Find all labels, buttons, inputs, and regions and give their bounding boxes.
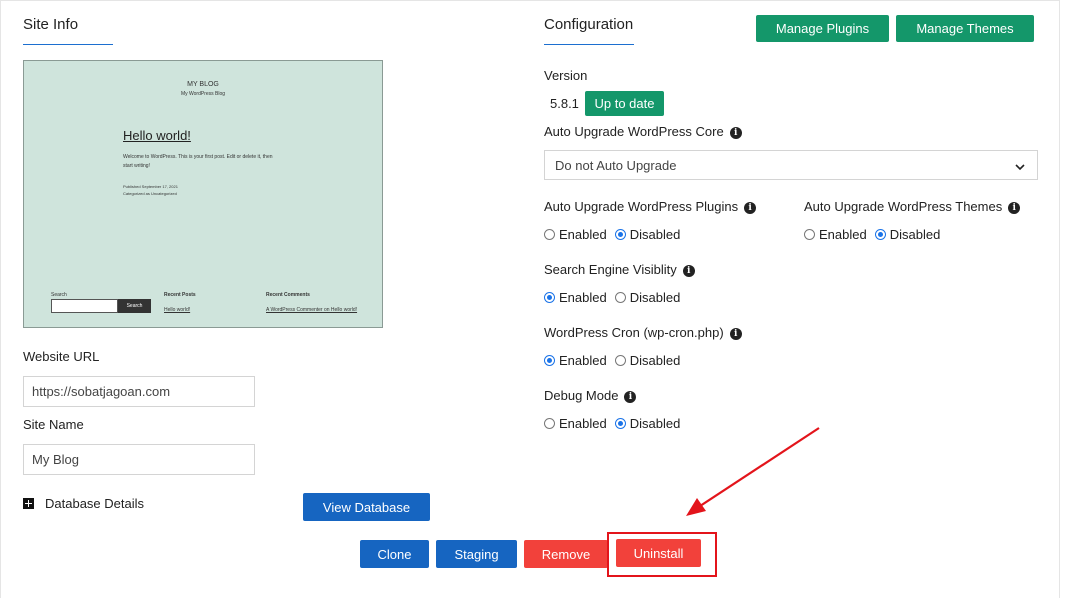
auto-upgrade-core-select[interactable]: Do not Auto Upgrade	[544, 150, 1038, 180]
preview-blog-title: MY BLOG	[187, 81, 219, 88]
plugins-enabled-label[interactable]: Enabled	[559, 227, 607, 242]
cron-disabled-label[interactable]: Disabled	[630, 353, 681, 368]
preview-post-body-1: Welcome to WordPress. This is your first…	[123, 154, 273, 160]
preview-recent-comments-title: Recent Comments	[266, 292, 310, 298]
debug-label: Debug Mode i	[544, 388, 637, 403]
auto-upgrade-plugins-text: Auto Upgrade WordPress Plugins	[544, 199, 739, 214]
search-disabled-radio[interactable]	[614, 292, 626, 303]
website-url-field[interactable]: https://sobatjagoan.com	[23, 376, 255, 407]
preview-post-meta-1: Published September 17, 2021	[123, 184, 178, 189]
cron-disabled-radio[interactable]	[614, 355, 626, 366]
version-status-badge: Up to date	[585, 91, 664, 116]
auto-upgrade-themes-label: Auto Upgrade WordPress Themes i	[804, 199, 1021, 214]
info-icon[interactable]: i	[729, 126, 742, 139]
preview-recent-posts-title: Recent Posts	[164, 292, 196, 298]
search-engine-label: Search Engine Visiblity i	[544, 262, 695, 277]
chevron-down-icon	[1015, 160, 1025, 175]
remove-button[interactable]: Remove	[524, 540, 608, 568]
annotation-highlight-box	[607, 532, 717, 577]
search-engine-text: Search Engine Visiblity	[544, 262, 677, 277]
clone-button[interactable]: Clone	[360, 540, 429, 568]
info-icon[interactable]: i	[624, 390, 637, 403]
search-enabled-radio[interactable]	[544, 292, 555, 303]
auto-upgrade-plugins-radios: Enabled Disabled	[544, 227, 680, 242]
version-value: 5.8.1	[550, 96, 579, 111]
auto-upgrade-themes-radios: Enabled Disabled	[804, 227, 940, 242]
info-icon[interactable]: i	[729, 327, 742, 340]
manage-plugins-button[interactable]: Manage Plugins	[756, 15, 889, 42]
debug-disabled-radio[interactable]	[614, 418, 626, 429]
staging-button[interactable]: Staging	[436, 540, 517, 568]
debug-enabled-radio[interactable]	[544, 418, 555, 429]
preview-blog-tagline: My WordPress Blog	[180, 91, 226, 97]
cron-enabled-label[interactable]: Enabled	[559, 353, 607, 368]
search-engine-radios: Enabled Disabled	[544, 290, 680, 305]
preview-post-meta-2: Categorized as Uncategorized	[123, 191, 177, 196]
view-database-button[interactable]: View Database	[303, 493, 430, 521]
search-enabled-label[interactable]: Enabled	[559, 290, 607, 305]
configuration-title: Configuration	[544, 16, 634, 33]
plugins-disabled-label[interactable]: Disabled	[630, 227, 681, 242]
site-info-underline	[23, 44, 113, 45]
auto-upgrade-core-label: Auto Upgrade WordPress Core i	[544, 124, 742, 139]
preview-recent-posts-item: Hello world!	[164, 307, 191, 313]
cron-radios: Enabled Disabled	[544, 353, 680, 368]
auto-upgrade-plugins-label: Auto Upgrade WordPress Plugins i	[544, 199, 757, 214]
info-icon[interactable]: i	[682, 264, 695, 277]
manage-themes-button[interactable]: Manage Themes	[896, 15, 1034, 42]
info-icon[interactable]: i	[1008, 201, 1021, 214]
site-name-label: Site Name	[23, 417, 84, 432]
debug-disabled-label[interactable]: Disabled	[630, 416, 681, 431]
themes-disabled-radio[interactable]	[874, 229, 886, 240]
cron-text: WordPress Cron (wp-cron.php)	[544, 325, 724, 340]
themes-disabled-label[interactable]: Disabled	[890, 227, 941, 242]
plus-icon	[23, 498, 34, 509]
auto-upgrade-themes-text: Auto Upgrade WordPress Themes	[804, 199, 1003, 214]
plugins-enabled-radio[interactable]	[544, 229, 555, 240]
search-disabled-label[interactable]: Disabled	[630, 290, 681, 305]
themes-enabled-radio[interactable]	[804, 229, 815, 240]
plugins-disabled-radio[interactable]	[614, 229, 626, 240]
cron-label: WordPress Cron (wp-cron.php) i	[544, 325, 742, 340]
debug-enabled-label[interactable]: Enabled	[559, 416, 607, 431]
auto-upgrade-core-text: Auto Upgrade WordPress Core	[544, 124, 724, 139]
site-name-field[interactable]: My Blog	[23, 444, 255, 475]
database-details-label: Database Details	[45, 496, 144, 511]
preview-search-button: Search	[118, 299, 151, 313]
debug-text: Debug Mode	[544, 388, 619, 403]
info-icon[interactable]: i	[744, 201, 757, 214]
website-url-label: Website URL	[23, 349, 100, 364]
preview-post-body-2: start writing!	[123, 163, 150, 169]
preview-search-input	[51, 299, 118, 313]
preview-post-title: Hello world!	[123, 128, 191, 143]
auto-upgrade-core-value: Do not Auto Upgrade	[555, 157, 677, 173]
annotation-arrow-icon	[686, 427, 820, 516]
site-preview-thumbnail: MY BLOG My WordPress Blog Hello world! W…	[23, 60, 383, 328]
configuration-underline	[544, 44, 634, 45]
preview-recent-comments-item: A WordPress Commenter on Hello world!	[266, 307, 358, 313]
site-info-title: Site Info	[23, 16, 79, 33]
debug-radios: Enabled Disabled	[544, 416, 680, 431]
cron-enabled-radio[interactable]	[544, 355, 555, 366]
preview-search-label: Search	[51, 292, 67, 298]
version-label: Version	[544, 68, 588, 83]
themes-enabled-label[interactable]: Enabled	[819, 227, 867, 242]
database-details-toggle[interactable]: Database Details	[23, 496, 144, 511]
